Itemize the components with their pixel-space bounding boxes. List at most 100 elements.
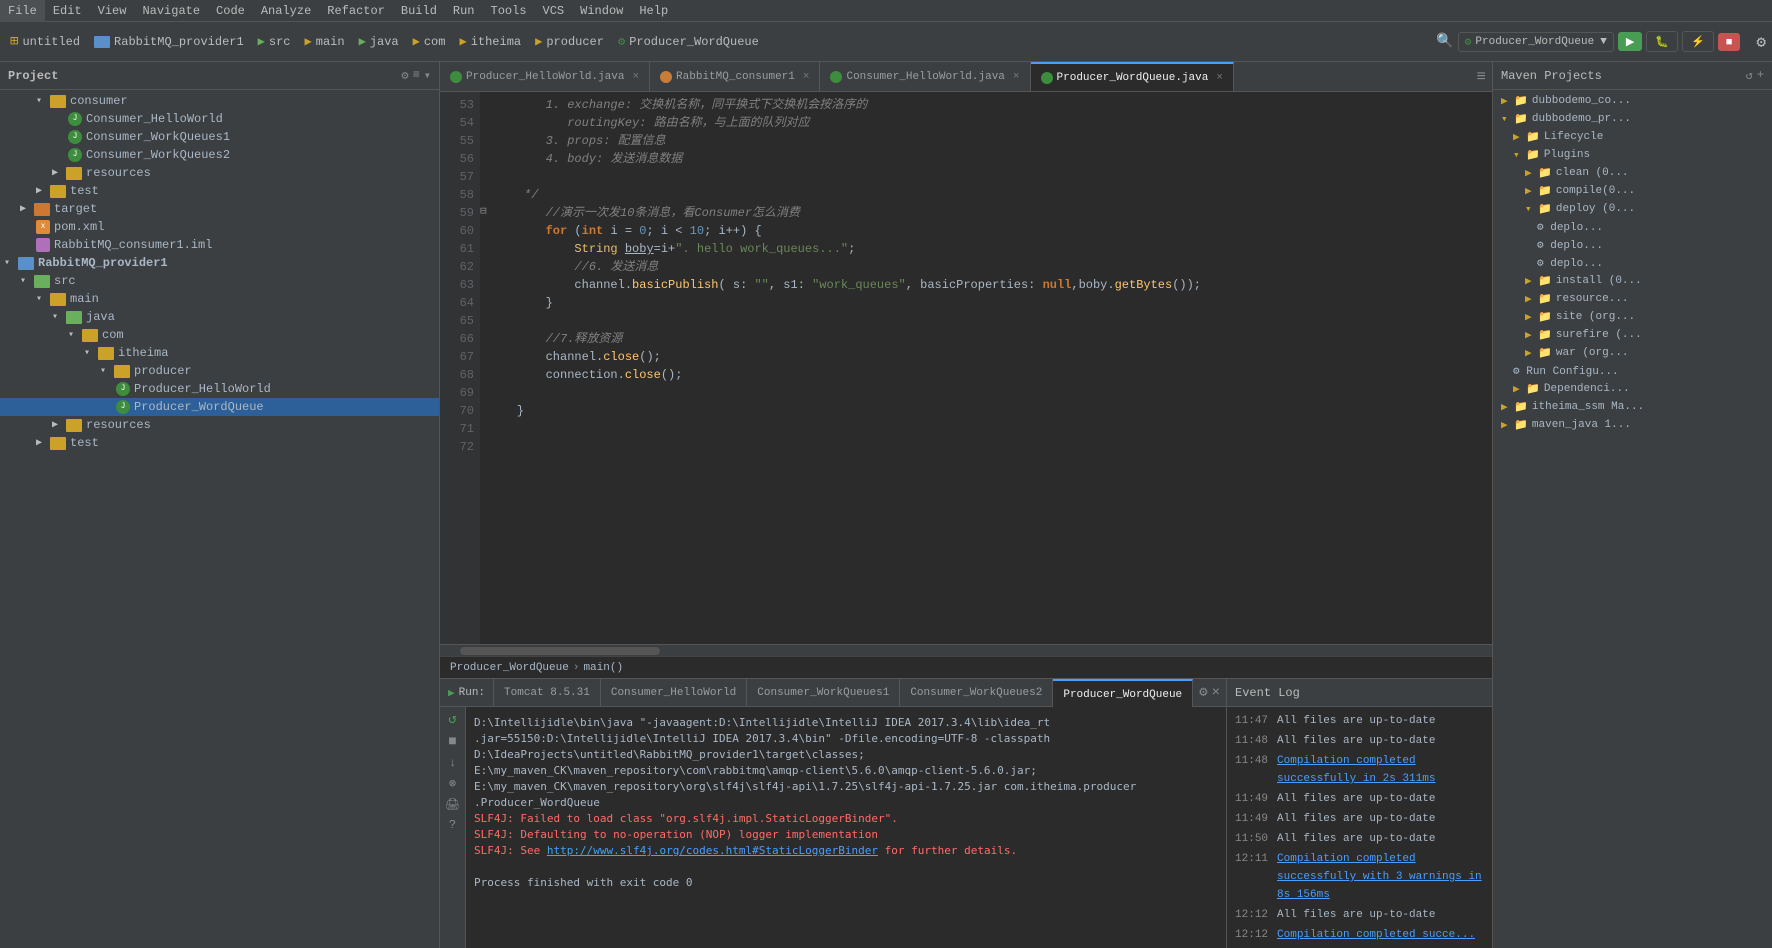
menu-analyze[interactable]: Analyze — [253, 0, 319, 22]
maven-clean[interactable]: ▶ 📁 clean (0... — [1493, 164, 1772, 182]
tree-item-iml[interactable]: RabbitMQ_consumer1.iml — [0, 236, 439, 254]
run-tab-tomcat[interactable]: Tomcat 8.5.31 — [494, 679, 601, 707]
run-tab-producer-wordqueue[interactable]: Producer_WordQueue — [1053, 679, 1193, 707]
run-config-dropdown[interactable]: ⚙ Producer_WordQueue ▼ — [1458, 32, 1614, 52]
menu-run[interactable]: Run — [445, 0, 483, 22]
maven-lifecycle[interactable]: ▶ 📁 Lifecycle — [1493, 128, 1772, 146]
tree-item-producer-wordqueue[interactable]: J Producer_WordQueue — [0, 398, 439, 416]
folder-itheima[interactable]: ▶ itheima — [455, 32, 525, 51]
maven-dubbodemo-co[interactable]: ▶ 📁 dubbodemo_co... — [1493, 92, 1772, 110]
maven-run-config[interactable]: ⚙ Run Configu... — [1493, 362, 1772, 380]
stop-icon[interactable]: ■ — [448, 734, 456, 750]
maven-dubbodemo-pr[interactable]: ▾ 📁 dubbodemo_pr... — [1493, 110, 1772, 128]
run-tab-consumer-workqueues1[interactable]: Consumer_WorkQueues1 — [747, 679, 900, 707]
file-producer-wordqueue[interactable]: ⚙ Producer_WordQueue — [614, 32, 763, 51]
maven-add-icon[interactable]: + — [1757, 68, 1764, 83]
run-close-icon[interactable]: × — [1212, 685, 1220, 701]
run-tab-consumer-helloworld[interactable]: Consumer_HelloWorld — [601, 679, 747, 707]
fold-arrow-for[interactable]: ⊟ — [480, 204, 487, 218]
maven-itheima-ssm[interactable]: ▶ 📁 itheima_ssm Ma... — [1493, 398, 1772, 416]
scroll-to-end-icon[interactable]: ↓ — [449, 756, 456, 770]
log-link-compilation3[interactable]: Compilation completed succe... — [1277, 926, 1475, 944]
run-label[interactable]: ▶ Run: — [440, 679, 494, 707]
tree-item-itheima[interactable]: ▾ itheima — [0, 344, 439, 362]
maven-deploy-3[interactable]: ⚙ deplo... — [1493, 254, 1772, 272]
print-icon[interactable]: 🖨 — [445, 797, 460, 812]
maven-deploy[interactable]: ▾ 📁 deploy (0... — [1493, 200, 1772, 218]
tab-rabbitmq-consumer1[interactable]: RabbitMQ_consumer1 × — [650, 62, 820, 92]
module-rabbitmq-provider[interactable]: RabbitMQ_provider1 — [90, 33, 248, 51]
tab-producer-wordqueue[interactable]: Producer_WordQueue.java × — [1031, 62, 1234, 92]
debug-button[interactable]: 🐛 — [1646, 31, 1678, 52]
menu-tools[interactable]: Tools — [483, 0, 535, 22]
maven-war[interactable]: ▶ 📁 war (org... — [1493, 344, 1772, 362]
tree-item-main[interactable]: ▾ main — [0, 290, 439, 308]
tab-consumer-helloworld[interactable]: Consumer_HelloWorld.java × — [820, 62, 1030, 92]
menu-code[interactable]: Code — [208, 0, 253, 22]
maven-deploy-2[interactable]: ⚙ deplo... — [1493, 236, 1772, 254]
tree-item-target[interactable]: ▶ target — [0, 200, 439, 218]
project-expand-icon[interactable]: ≡ — [413, 68, 420, 83]
menu-view[interactable]: View — [90, 0, 135, 22]
tab-close-rabbitmq-consumer1[interactable]: × — [803, 71, 810, 83]
clear-icon[interactable]: ⊗ — [449, 776, 456, 791]
tree-item-consumer-workqueues2[interactable]: J Consumer_WorkQueues2 — [0, 146, 439, 164]
maven-java-1[interactable]: ▶ 📁 maven_java 1... — [1493, 416, 1772, 434]
tree-item-consumer-helloworld[interactable]: J Consumer_HelloWorld — [0, 110, 439, 128]
maven-plugins[interactable]: ▾ 📁 Plugins — [1493, 146, 1772, 164]
run-button[interactable]: ▶ — [1618, 32, 1642, 51]
horizontal-scrollbar[interactable] — [440, 644, 1492, 656]
menu-build[interactable]: Build — [393, 0, 445, 22]
stop-button[interactable]: ■ — [1718, 33, 1741, 51]
tree-item-producer-helloworld[interactable]: J Producer_HelloWorld — [0, 380, 439, 398]
menu-window[interactable]: Window — [572, 0, 631, 22]
project-options-icon[interactable]: ▾ — [424, 68, 431, 83]
maven-deploy-1[interactable]: ⚙ deplo... — [1493, 218, 1772, 236]
maven-compile[interactable]: ▶ 📁 compile(0... — [1493, 182, 1772, 200]
maven-refresh-icon[interactable]: ↺ — [1746, 68, 1753, 83]
folder-main[interactable]: ▶ main — [301, 32, 349, 51]
run-tab-consumer-workqueues2[interactable]: Consumer_WorkQueues2 — [900, 679, 1053, 707]
breadcrumb-method[interactable]: main() — [583, 662, 623, 674]
code-content[interactable]: 1. exchange: 交换机名称，同平换式下交换机会按洛序的 routing… — [480, 92, 1492, 644]
tree-item-src[interactable]: ▾ src — [0, 272, 439, 290]
folder-com[interactable]: ▶ com — [409, 32, 450, 51]
tree-item-pom[interactable]: x pom.xml — [0, 218, 439, 236]
help-icon[interactable]: ? — [449, 818, 456, 832]
tree-item-test-consumer[interactable]: ▶ test — [0, 182, 439, 200]
maven-surefire[interactable]: ▶ 📁 surefire (... — [1493, 326, 1772, 344]
menu-edit[interactable]: Edit — [45, 0, 90, 22]
tab-close-producer-helloworld[interactable]: × — [632, 71, 639, 83]
tree-item-com[interactable]: ▾ com — [0, 326, 439, 344]
tab-close-consumer-helloworld[interactable]: × — [1013, 71, 1020, 83]
folder-java[interactable]: ▶ java — [355, 32, 403, 51]
menu-vcs[interactable]: VCS — [535, 0, 573, 22]
tab-close-producer-wordqueue[interactable]: × — [1216, 72, 1223, 84]
toolbar-search-icon[interactable]: 🔍 — [1436, 33, 1453, 50]
menu-refactor[interactable]: Refactor — [319, 0, 393, 22]
menu-navigate[interactable]: Navigate — [134, 0, 208, 22]
breadcrumb-class[interactable]: Producer_WordQueue — [450, 662, 569, 674]
maven-dependencies[interactable]: ▶ 📁 Dependenci... — [1493, 380, 1772, 398]
maven-resources[interactable]: ▶ 📁 resource... — [1493, 290, 1772, 308]
tree-item-resources-consumer[interactable]: ▶ resources — [0, 164, 439, 182]
tabs-overflow-icon[interactable]: ≡ — [1470, 68, 1492, 86]
tree-item-test-provider[interactable]: ▶ test — [0, 434, 439, 452]
maven-site[interactable]: ▶ 📁 site (org... — [1493, 308, 1772, 326]
tree-item-consumer[interactable]: ▾ consumer — [0, 92, 439, 110]
log-link-compilation2[interactable]: Compilation completed successfully with … — [1277, 850, 1484, 904]
slf4j-link[interactable]: http://www.slf4j.org/codes.html#StaticLo… — [547, 844, 878, 857]
tree-item-resources-provider[interactable]: ▶ resources — [0, 416, 439, 434]
tab-producer-helloworld[interactable]: Producer_HelloWorld.java × — [440, 62, 650, 92]
tree-item-consumer-workqueues1[interactable]: J Consumer_WorkQueues1 — [0, 128, 439, 146]
coverage-button[interactable]: ⚡ — [1682, 31, 1714, 52]
log-link-compilation1[interactable]: Compilation completed successfully in 2s… — [1277, 752, 1484, 788]
rerun-icon[interactable]: ↺ — [448, 711, 456, 728]
folder-src[interactable]: ▶ src — [254, 32, 295, 51]
project-gear-icon[interactable]: ⚙ — [401, 68, 408, 83]
project-untitled[interactable]: ⊞ untitled — [6, 31, 84, 52]
run-settings-icon[interactable]: ⚙ — [1199, 684, 1207, 701]
menu-file[interactable]: File — [0, 0, 45, 22]
tree-item-provider-module[interactable]: ▾ RabbitMQ_provider1 — [0, 254, 439, 272]
tree-item-producer-folder[interactable]: ▾ producer — [0, 362, 439, 380]
